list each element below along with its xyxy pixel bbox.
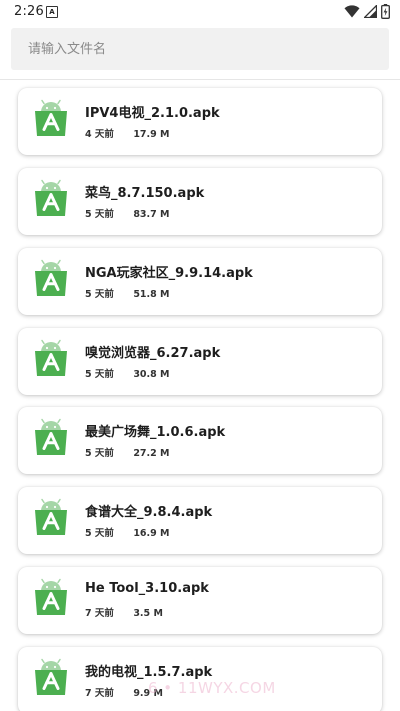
file-meta: 5 天前 30.8 M	[85, 366, 170, 380]
status-icons	[344, 4, 390, 19]
file-time: 5 天前	[85, 369, 114, 380]
file-meta: 4 天前 17.9 M	[85, 126, 170, 140]
apk-file-icon	[35, 259, 67, 296]
file-size: 16.9 M	[133, 528, 170, 539]
file-size: 30.8 M	[133, 369, 170, 380]
file-meta: 5 天前 51.8 M	[85, 286, 170, 300]
file-list-item[interactable]: 嗅觉浏览器_6.27.apk 5 天前 30.8 M	[18, 328, 382, 395]
apk-file-icon	[35, 179, 67, 216]
file-time: 7 天前	[85, 688, 114, 699]
file-time: 5 天前	[85, 448, 114, 459]
file-name: He Tool_3.10.apk	[85, 581, 209, 596]
file-picker-screen: 2:26 A 请输入文件名 IPV4电视_2.1.0.apk 4 天前 17.9…	[0, 0, 400, 711]
file-time: 5 天前	[85, 289, 114, 300]
file-time: 5 天前	[85, 528, 114, 539]
apk-file-icon	[35, 339, 67, 376]
apk-file-icon	[35, 99, 67, 136]
apk-file-icon	[35, 658, 67, 695]
file-size: 17.9 M	[133, 129, 170, 140]
file-name: 最美广场舞_1.0.6.apk	[85, 425, 226, 440]
file-time: 4 天前	[85, 129, 114, 140]
status-time: 2:26	[14, 4, 44, 19]
file-list-item[interactable]: IPV4电视_2.1.0.apk 4 天前 17.9 M	[18, 88, 382, 155]
file-list-item[interactable]: He Tool_3.10.apk 7 天前 3.5 M	[18, 567, 382, 634]
status-bar: 2:26 A	[0, 0, 400, 24]
file-meta: 5 天前 83.7 M	[85, 206, 170, 220]
apk-file-icon	[35, 578, 67, 615]
file-name: 食谱大全_9.8.4.apk	[85, 505, 213, 520]
header-divider	[0, 79, 400, 80]
file-size: 51.8 M	[133, 289, 170, 300]
file-time: 7 天前	[85, 608, 114, 619]
apk-file-icon	[35, 498, 67, 535]
file-list-item[interactable]: 菜鸟_8.7.150.apk 5 天前 83.7 M	[18, 168, 382, 235]
file-name: NGA玩家社区_9.9.14.apk	[85, 266, 253, 281]
wifi-icon	[344, 5, 360, 18]
battery-icon	[381, 4, 390, 19]
search-bar[interactable]	[11, 27, 389, 71]
file-list-item[interactable]: NGA玩家社区_9.9.14.apk 5 天前 51.8 M	[18, 248, 382, 315]
search-input[interactable]	[26, 27, 389, 71]
file-name: IPV4电视_2.1.0.apk	[85, 106, 220, 121]
file-name: 嗅觉浏览器_6.27.apk	[85, 346, 221, 361]
file-meta: 5 天前 16.9 M	[85, 525, 170, 539]
apk-file-icon	[35, 418, 67, 455]
file-list-item[interactable]: 最美广场舞_1.0.6.apk 5 天前 27.2 M	[18, 407, 382, 474]
file-name: 我的电视_1.5.7.apk	[85, 665, 213, 680]
file-size: 3.5 M	[133, 608, 163, 619]
file-size: 83.7 M	[133, 209, 170, 220]
file-meta: 5 天前 27.2 M	[85, 445, 170, 459]
signal-icon	[364, 5, 377, 18]
file-list-item[interactable]: 食谱大全_9.8.4.apk 5 天前 16.9 M	[18, 487, 382, 554]
file-time: 5 天前	[85, 209, 114, 220]
file-size: 27.2 M	[133, 448, 170, 459]
file-name: 菜鸟_8.7.150.apk	[85, 186, 205, 201]
file-meta: 7 天前 3.5 M	[85, 605, 163, 619]
watermark: 6 • 11WYX.COM	[148, 679, 276, 697]
notification-a-icon: A	[46, 6, 58, 18]
